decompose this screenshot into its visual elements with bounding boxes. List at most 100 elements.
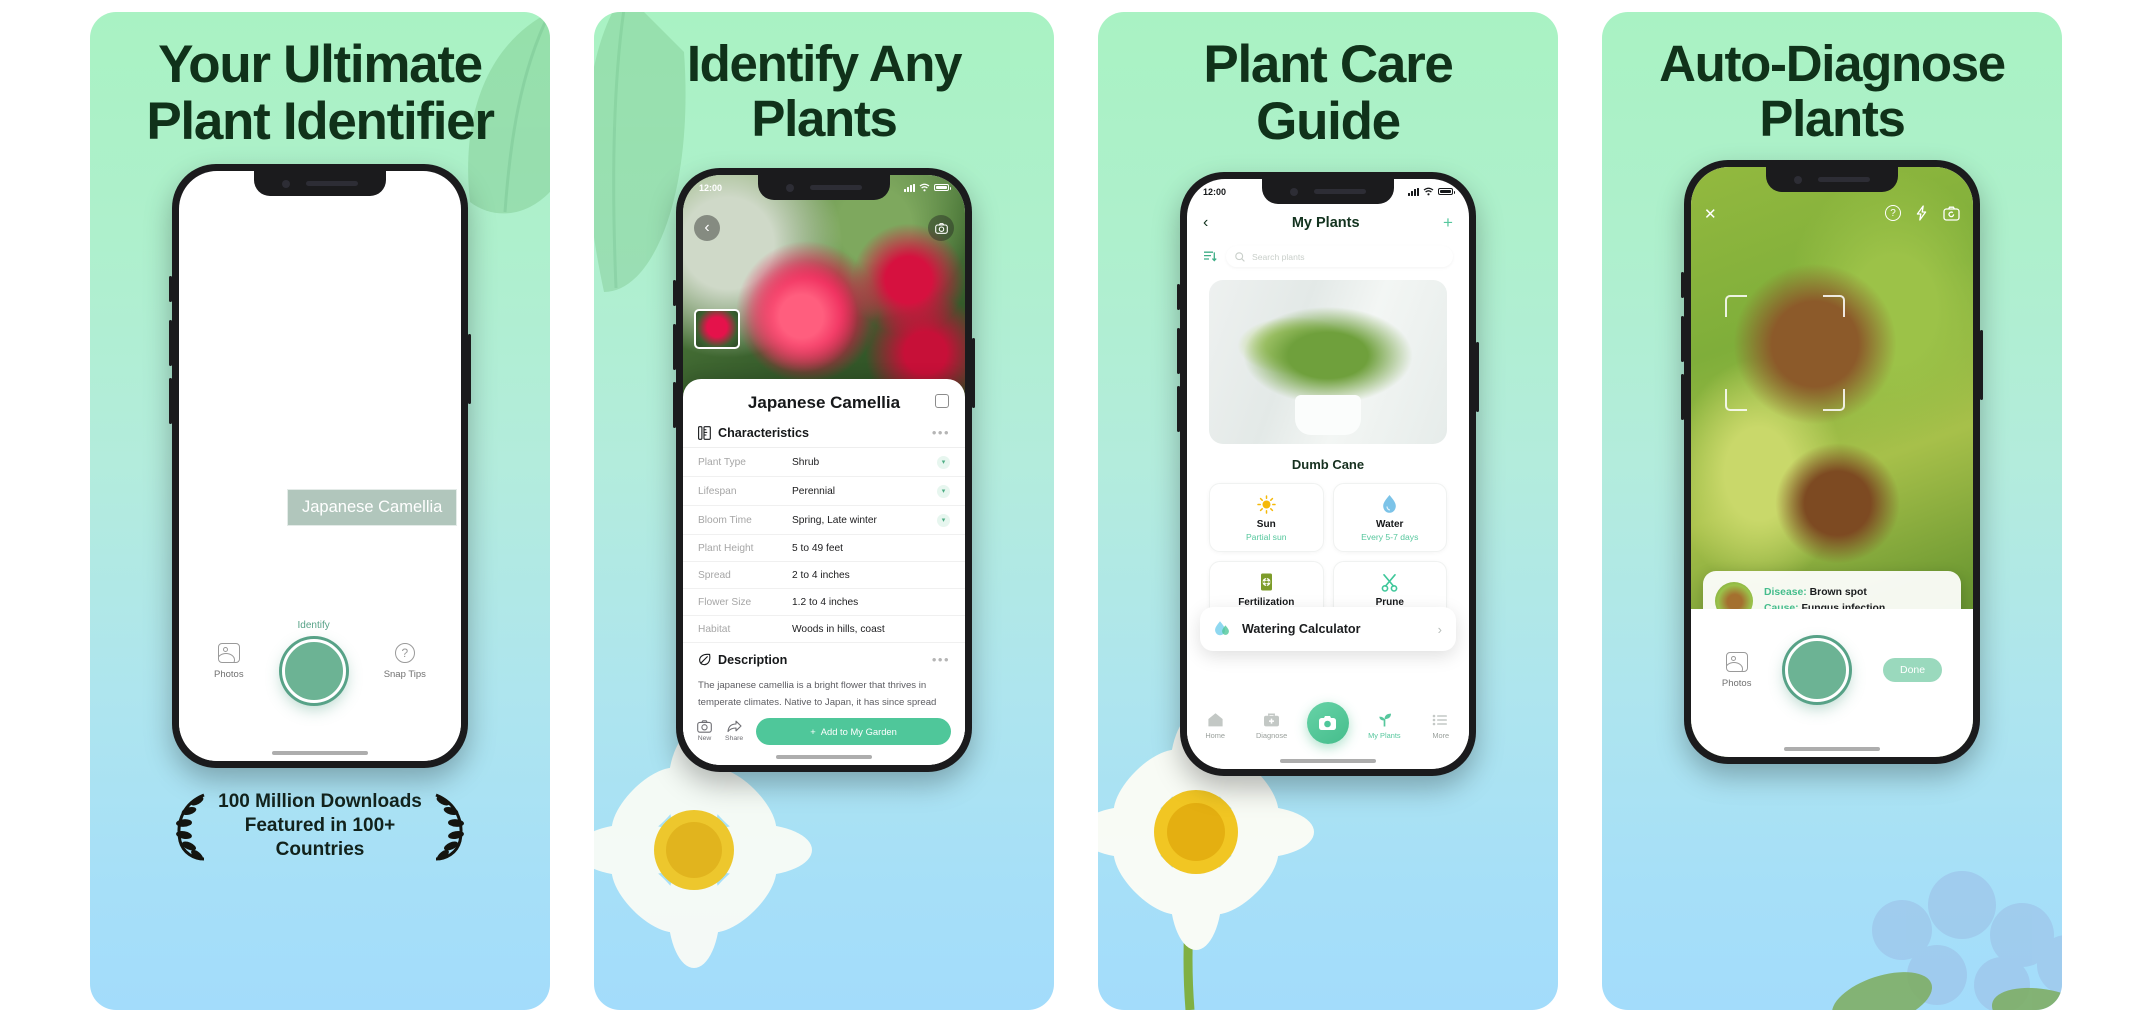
shutter-button[interactable] — [281, 638, 346, 703]
row-value: 2 to 4 inches — [792, 569, 850, 581]
plant-photo-card[interactable] — [1209, 280, 1447, 445]
characteristics-table: Plant Type Shrub ▾ Lifespan Perennial ▾ Bloom … — [683, 447, 965, 644]
help-icon[interactable]: ? — [1885, 205, 1901, 222]
phone-mockup-wrapper: 12:00 ‹ My Plants + Search plants Dumb C… — [1098, 172, 1558, 777]
phone-notch — [758, 175, 890, 201]
tab-more-label: More — [1432, 731, 1450, 741]
back-button[interactable]: ‹ — [1203, 214, 1208, 232]
headline-line-2: Plants — [1759, 90, 1906, 148]
photos-icon — [217, 642, 240, 663]
share-button[interactable]: Share — [725, 720, 743, 742]
photo-thumbnail[interactable] — [694, 309, 740, 350]
panel-care-guide: Plant Care Guide 12:00 ‹ My Plants + Sea… — [1098, 12, 1558, 1010]
phone-frame: 12:00 ‹ Japanese Camellia Characteristic… — [673, 168, 975, 773]
disease-row: Disease: Brown spot — [1764, 585, 1885, 601]
plant-detail-sheet: Japanese Camellia Characteristics ••• Pl… — [683, 379, 965, 766]
identify-shutter-group[interactable]: Identify — [281, 619, 346, 703]
search-input[interactable]: Search plants — [1226, 246, 1453, 268]
chevron-down-icon[interactable]: ▾ — [937, 513, 950, 527]
panel-diagnose: Auto-Diagnose Plants ✕ ? Disease: Brown … — [1602, 12, 2062, 1010]
home-indicator — [1784, 747, 1880, 752]
battery-icon — [1438, 188, 1455, 196]
tab-home[interactable]: Home — [1191, 712, 1239, 740]
search-icon — [1235, 252, 1245, 262]
battery-icon — [934, 184, 951, 192]
care-card-water[interactable]: Water Every 5-7 days — [1332, 483, 1447, 553]
phone-notch — [1262, 179, 1394, 205]
row-key: Habitat — [698, 623, 731, 635]
care-card-value: Every 5-7 days — [1361, 532, 1419, 543]
add-plant-button[interactable]: + — [1443, 213, 1453, 233]
status-time: 12:00 — [1203, 186, 1227, 197]
signal-icon — [1408, 187, 1419, 196]
table-row: Habitat Woods in hills, coast — [683, 616, 965, 644]
row-value: Spring, Late winter — [792, 514, 877, 526]
more-options-icon[interactable]: ••• — [932, 652, 950, 667]
detected-plant-label[interactable]: Japanese Camellia — [287, 489, 458, 527]
row-key: Flower Size — [698, 596, 752, 608]
edit-icon[interactable] — [935, 394, 949, 409]
badge-line-3: Countries — [275, 839, 365, 861]
more-options-icon[interactable]: ••• — [932, 425, 950, 440]
signal-icon — [904, 183, 915, 192]
scan-frame — [1725, 295, 1845, 412]
row-value: Perennial — [792, 485, 836, 497]
camera-fab-button[interactable] — [1306, 702, 1349, 745]
camera-icon — [697, 720, 712, 733]
description-header: Description ••• — [683, 643, 965, 674]
back-button[interactable]: ‹ — [694, 215, 720, 242]
chevron-down-icon[interactable]: ▾ — [937, 455, 950, 469]
phone-screen: ✕ ? Disease: Brown spot Photos Done — [1691, 167, 1973, 758]
water-drop-icon — [1340, 494, 1441, 514]
new-button[interactable]: New — [697, 720, 712, 742]
camera-button[interactable] — [928, 215, 954, 242]
sort-icon[interactable] — [1203, 250, 1217, 263]
care-card-name: Water — [1376, 519, 1404, 531]
photos-button[interactable]: Photos — [1722, 651, 1751, 689]
phone-mockup-wrapper: Japanese Camellia Photos Identify ? Snap… — [90, 164, 550, 769]
snap-tips-button[interactable]: ? Snap Tips — [384, 642, 426, 680]
done-button[interactable]: Done — [1882, 658, 1943, 683]
photos-button[interactable]: Photos — [214, 642, 244, 680]
wifi-icon — [919, 183, 930, 192]
list-icon — [1432, 715, 1448, 726]
watering-calculator-row[interactable]: Watering Calculator › — [1200, 607, 1456, 652]
table-row[interactable]: Bloom Time Spring, Late winter ▾ — [683, 506, 965, 536]
share-icon — [727, 720, 742, 733]
awards-badge: 100 Million Downloads Featured in 100+ C… — [90, 790, 550, 862]
flip-camera-icon[interactable] — [1943, 206, 1960, 221]
tab-diagnose[interactable]: Diagnose — [1248, 712, 1296, 740]
row-key: Spread — [698, 569, 731, 581]
care-card-sun[interactable]: Sun Partial sun — [1209, 483, 1324, 553]
badge-text: 100 Million Downloads Featured in 100+ C… — [218, 790, 422, 862]
chevron-right-icon: › — [1437, 621, 1442, 637]
photos-label: Photos — [214, 668, 244, 680]
watering-calculator-label: Watering Calculator — [1242, 622, 1361, 637]
phone-screen: 12:00 ‹ Japanese Camellia Characteristic… — [683, 175, 965, 766]
home-indicator — [776, 755, 872, 760]
add-to-garden-label: Add to My Garden — [820, 725, 897, 737]
table-row: Plant Height 5 to 49 feet — [683, 535, 965, 563]
leaf-icon — [699, 653, 711, 666]
phone-mockup-wrapper: 12:00 ‹ Japanese Camellia Characteristic… — [594, 168, 1054, 773]
table-row[interactable]: Lifespan Perennial ▾ — [683, 477, 965, 507]
page-title: My Plants — [1291, 215, 1360, 232]
tab-camera[interactable] — [1304, 702, 1352, 745]
flash-icon[interactable] — [1914, 205, 1930, 221]
plant-title: Japanese Camellia — [747, 393, 901, 413]
panel-headline: Plant Care Guide — [1098, 12, 1558, 151]
tab-more[interactable]: More — [1417, 712, 1465, 740]
search-row: Search plants — [1187, 233, 1469, 268]
table-row[interactable]: Plant Type Shrub ▾ — [683, 448, 965, 478]
phone-frame: ✕ ? Disease: Brown spot Photos Done — [1681, 160, 1983, 765]
row-value: Shrub — [792, 456, 820, 468]
identify-label: Identify — [297, 619, 330, 631]
chevron-down-icon[interactable]: ▾ — [937, 484, 950, 498]
add-to-garden-button[interactable]: + Add to My Garden — [756, 717, 951, 745]
scissors-icon — [1340, 572, 1441, 592]
close-icon[interactable]: ✕ — [1704, 205, 1717, 223]
share-label: Share — [725, 735, 744, 743]
tab-my-plants[interactable]: My Plants — [1360, 712, 1408, 740]
shutter-button[interactable] — [1785, 638, 1850, 703]
panel-headline: Identify Any Plants — [594, 12, 1054, 146]
